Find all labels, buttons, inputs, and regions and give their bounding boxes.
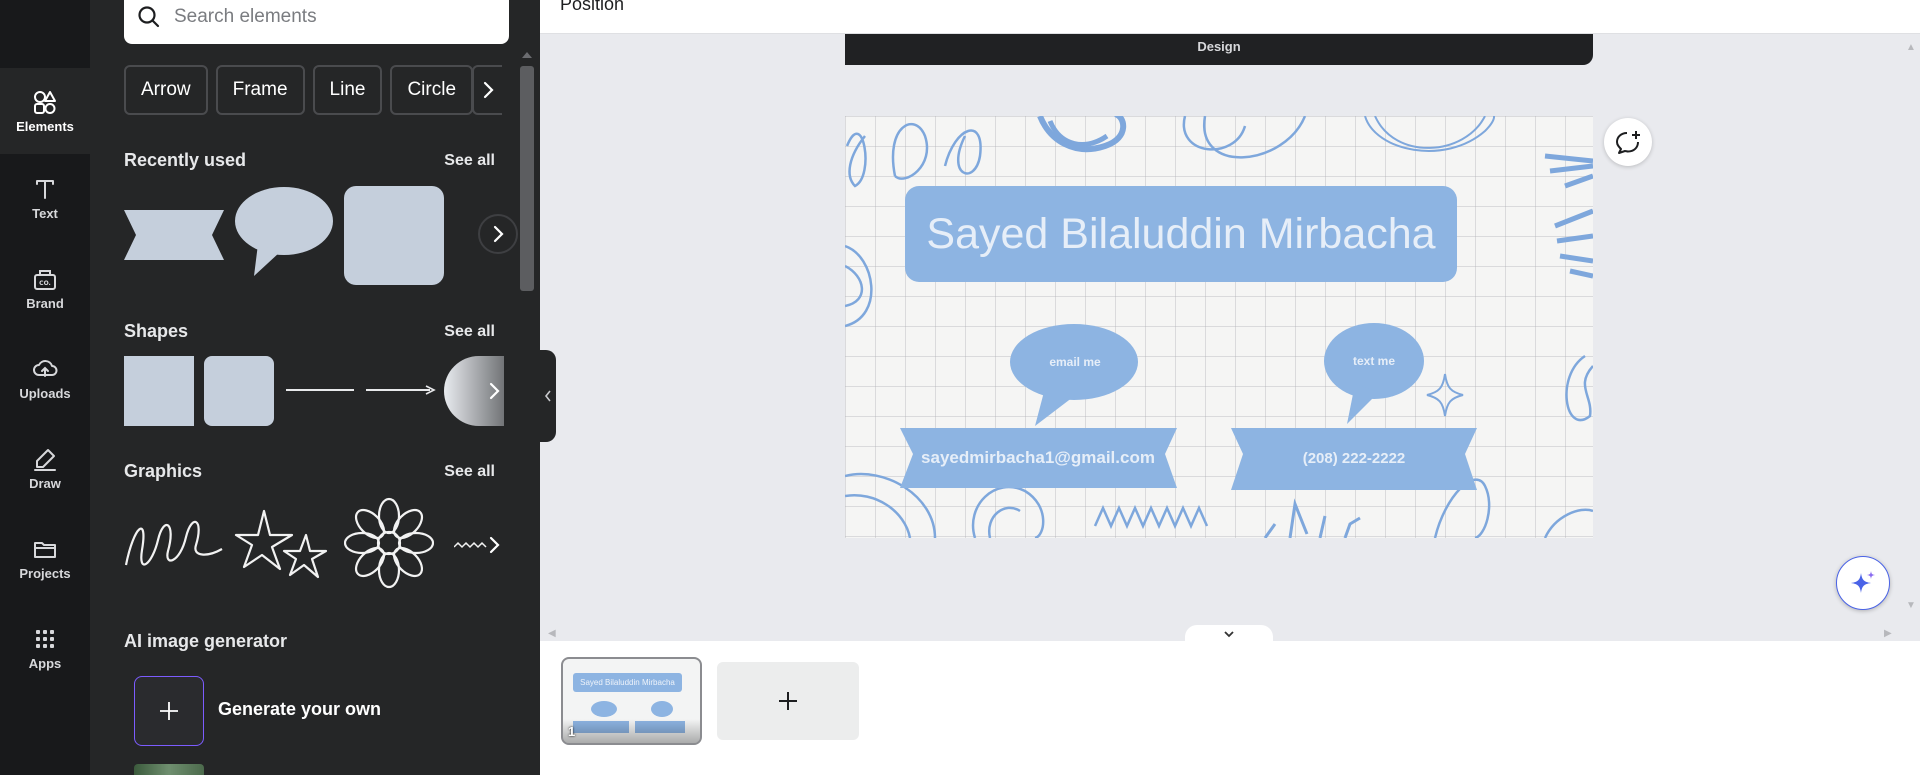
stars-graphic[interactable]: [234, 505, 334, 581]
phone-number-text[interactable]: (208) 222-2222: [1243, 450, 1465, 467]
rail-elements[interactable]: Elements: [0, 68, 90, 154]
graphics-see-all[interactable]: See all: [444, 463, 495, 481]
scroll-thumb[interactable]: [520, 66, 534, 291]
rounded-square-shape[interactable]: [204, 356, 274, 426]
top-toolbar: Position: [540, 0, 1920, 34]
rail-text[interactable]: Text: [0, 156, 90, 240]
chip-arrow[interactable]: Arrow: [124, 65, 208, 115]
collapse-panel-button[interactable]: [540, 350, 556, 442]
cloud-upload-icon: [33, 360, 58, 377]
generate-plus-button[interactable]: [134, 676, 204, 746]
folder-icon: [34, 542, 56, 558]
graphics-heading: Graphics: [124, 461, 203, 481]
recently-used-see-all[interactable]: See all: [444, 152, 495, 170]
thumb-bubble: [651, 701, 673, 717]
search-icon: [138, 6, 160, 28]
svg-text:CO.: CO.: [39, 280, 51, 287]
design-page[interactable]: Sayed Bilaluddin Mirbacha email me text …: [845, 116, 1593, 538]
ai-image-thumbnail[interactable]: [134, 764, 204, 775]
canvas-scroll-left[interactable]: ◀: [548, 628, 556, 639]
chevron-right-icon: [483, 81, 494, 99]
rail-projects-label: Projects: [19, 566, 71, 581]
chevron-left-icon: [544, 390, 551, 402]
apps-grid-icon: [36, 630, 54, 648]
chips-next-button[interactable]: [472, 65, 502, 115]
page-number: 1: [568, 724, 576, 739]
text-bubble-text[interactable]: text me: [1324, 354, 1424, 368]
canvas-scroll-down[interactable]: ▼: [1906, 600, 1916, 611]
chip-circle[interactable]: Circle: [390, 65, 474, 115]
chip-frame[interactable]: Frame: [215, 65, 305, 115]
square-shape[interactable]: [124, 356, 194, 426]
graphics-next[interactable]: [482, 528, 506, 562]
flower-graphic[interactable]: [344, 495, 434, 591]
loops-graphic[interactable]: [124, 505, 224, 581]
add-comment-button[interactable]: [1604, 118, 1652, 166]
position-button[interactable]: Position: [560, 0, 624, 15]
plus-icon: [160, 702, 178, 720]
rail-apps-label: Apps: [28, 656, 62, 671]
ribbon-shape[interactable]: [124, 186, 224, 260]
canvas-scroll-right[interactable]: ▶: [1884, 628, 1892, 639]
left-rail: Design Elements Text CO. Brand Uploads D…: [0, 0, 1593, 775]
chevron-right-icon: [489, 382, 500, 400]
page-thumbnail[interactable]: Sayed Bilaluddin Mirbacha 1: [561, 657, 702, 745]
rail-text-label: Text: [32, 206, 58, 221]
pen-icon: [34, 449, 56, 471]
panel-scrollbar[interactable]: [520, 48, 534, 775]
pages-toggle[interactable]: [1185, 625, 1273, 643]
rounded-square-shape[interactable]: [344, 186, 444, 285]
scroll-up-arrow[interactable]: [522, 52, 532, 58]
shapes-heading: Shapes: [124, 321, 189, 341]
ai-generator-heading: AI image generator: [124, 631, 288, 651]
recently-used-next[interactable]: [478, 214, 518, 254]
arrow-line-shape[interactable]: [364, 385, 436, 395]
line-shape[interactable]: [284, 385, 356, 395]
generate-own-label[interactable]: Generate your own: [218, 699, 381, 720]
thumb-bubble: [591, 701, 617, 717]
rail-draw-label: Draw: [29, 476, 61, 491]
elements-panel: ArrowFrameLineCircle Recently used See a…: [90, 0, 540, 775]
chevron-down-icon: [1224, 631, 1234, 638]
filter-chips: Arrow Frame Line Circle: [124, 65, 499, 115]
shapes-see-all[interactable]: See all: [444, 323, 495, 341]
rail-draw[interactable]: Draw: [0, 426, 90, 510]
rail-uploads[interactable]: Uploads: [0, 336, 90, 420]
name-heading[interactable]: Sayed Bilaluddin Mirbacha: [905, 186, 1457, 282]
thumb-title: Sayed Bilaluddin Mirbacha: [573, 673, 682, 692]
rail-apps[interactable]: Apps: [0, 606, 90, 690]
email-bubble-text[interactable]: email me: [1020, 355, 1130, 369]
chevron-right-icon: [489, 536, 500, 554]
comment-add-icon: [1616, 131, 1640, 154]
scribble-decorations: [845, 116, 1593, 538]
email-address-text[interactable]: sayedmirbacha1@gmail.com: [913, 448, 1163, 468]
chevron-right-icon: [493, 225, 504, 243]
rail-elements-label: Elements: [16, 119, 74, 134]
recently-used-heading: Recently used: [124, 150, 247, 170]
search-input[interactable]: [174, 6, 474, 28]
speech-bubble-shape[interactable]: [234, 186, 334, 278]
thumb-shade: [563, 719, 700, 743]
shapes-icon: [34, 91, 56, 114]
rail-design-label: Design: [1197, 38, 1241, 54]
magic-assistant-button[interactable]: [1836, 556, 1890, 610]
brand-icon: CO.: [34, 270, 56, 290]
add-page-button[interactable]: [717, 662, 859, 740]
rail-brand[interactable]: CO. Brand: [0, 246, 90, 330]
shapes-next[interactable]: [482, 374, 506, 408]
canvas-scroll-up[interactable]: ▲: [1906, 42, 1916, 53]
search-box[interactable]: [124, 0, 509, 44]
plus-icon: [779, 692, 797, 710]
chip-line[interactable]: Line: [312, 65, 383, 115]
rail-brand-label: Brand: [26, 296, 64, 311]
rail-projects[interactable]: Projects: [0, 516, 90, 600]
rail-uploads-label: Uploads: [19, 386, 71, 401]
sparkle-icon: [1851, 571, 1875, 593]
text-icon: [36, 180, 54, 199]
